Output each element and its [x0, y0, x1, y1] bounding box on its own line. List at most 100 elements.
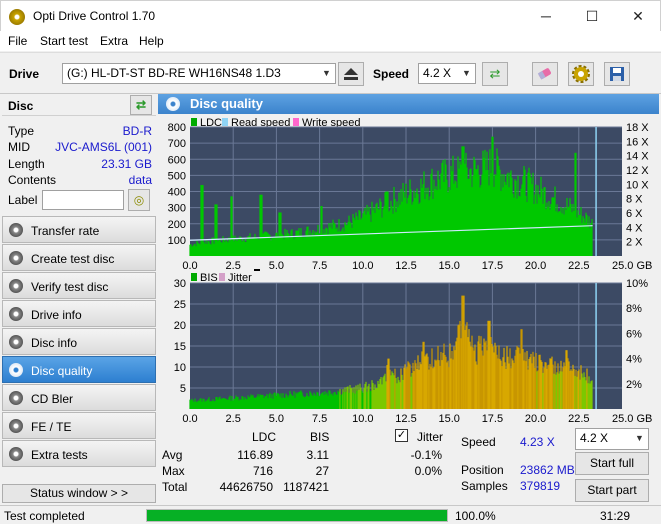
status-bar: Test completed 100.0% 31:29	[0, 505, 661, 524]
legend-bis: BIS	[200, 272, 218, 284]
disc-info-value: JVC-AMS6L (001)	[55, 140, 152, 154]
total-label: Total	[162, 480, 188, 494]
y-right-tick-label: 18 X	[626, 122, 649, 134]
test-speed-select[interactable]: 4.2 X ▼	[575, 428, 649, 450]
nav-create-test-disc[interactable]: Create test disc	[2, 244, 156, 271]
y-left-tick-label: 600	[168, 154, 186, 166]
disc-icon	[166, 97, 180, 111]
x-tick-label: 25.0 GB	[612, 413, 652, 424]
disc-icon	[9, 391, 23, 405]
x-tick-label: 10.0	[352, 260, 373, 272]
disc-quality-charts: LDC Read speed Write speed 0.0 2.5 5.0 7.5 1…	[158, 114, 659, 424]
col-ldc-header: LDC	[252, 430, 277, 444]
samples-label: Samples	[461, 479, 508, 493]
samples-value: 379819	[520, 479, 561, 493]
drive-select[interactable]: (G:) HL-DT-ST BD-RE WH16NS48 1.D3 ▼	[62, 63, 336, 84]
eject-button[interactable]	[338, 62, 364, 86]
erase-button[interactable]	[532, 62, 558, 86]
nav-verify-test-disc[interactable]: Verify test disc	[2, 272, 156, 299]
x-tick-label: 2.5	[226, 260, 241, 272]
start-part-button[interactable]: Start part	[575, 479, 649, 502]
save-button[interactable]	[604, 62, 630, 86]
disc-label-input[interactable]	[42, 190, 124, 210]
disc-icon	[9, 335, 23, 349]
menu-help[interactable]: Help	[139, 34, 164, 48]
jitter-checkbox[interactable]: ✓	[395, 429, 408, 442]
total-ldc-value: 44626750	[219, 480, 273, 494]
disc-info-key: MID	[8, 140, 30, 154]
panel-title-bar: Disc quality	[158, 94, 659, 114]
disc-label-button[interactable]: ◎	[128, 189, 150, 211]
y-left-tick-label: 10	[174, 362, 186, 374]
disc-icon	[9, 307, 23, 321]
nav-fe-te[interactable]: FE / TE	[2, 412, 156, 439]
disc-icon	[9, 363, 23, 377]
x-tick-label: 20.0	[525, 413, 546, 424]
avg-ldc-value: 116.89	[237, 448, 273, 462]
y-left-tick-label: 5	[180, 383, 186, 395]
nav-cd-bler[interactable]: CD Bler	[2, 384, 156, 411]
title-bar: Opti Drive Control 1.70 ─ ☐ ✕	[0, 0, 661, 31]
x-tick-label: 7.5	[312, 260, 327, 272]
speed-select-value: 4.2 X	[423, 66, 452, 80]
menu-extra[interactable]: Extra	[100, 34, 128, 48]
y-left-tick-label: 30	[174, 278, 186, 290]
disc-info-key: Contents	[8, 173, 57, 187]
app-disc-icon	[9, 9, 25, 25]
x-tick-label: 22.5	[568, 413, 589, 424]
disc-icon	[9, 223, 23, 237]
disc-info-row: Type BD-R	[8, 124, 152, 140]
speed-label: Speed	[373, 67, 410, 81]
y-left-tick-label: 200	[168, 219, 186, 231]
eject-icon	[344, 68, 358, 80]
disc-info-key: Type	[8, 124, 35, 138]
nav-drive-info[interactable]: Drive info	[2, 300, 156, 327]
speed-select[interactable]: 4.2 X ▼	[418, 63, 476, 84]
y-left-tick-label: 400	[168, 187, 186, 199]
y-right-tick-label: 14 X	[626, 151, 649, 163]
panel-title: Disc quality	[190, 96, 263, 111]
disc-info-value: BD-R	[122, 124, 152, 138]
legend-marker	[254, 269, 260, 271]
drive-select-value: (G:) HL-DT-ST BD-RE WH16NS48 1.D3	[67, 66, 281, 80]
swap-speed-button[interactable]: ⇄	[482, 62, 508, 86]
y-left-tick-label: 300	[168, 203, 186, 215]
status-window-button[interactable]: Status window > >	[2, 484, 156, 503]
y-right-tick-label: 6%	[626, 328, 642, 340]
x-tick-label: 20.0	[525, 260, 546, 272]
nav-label: Drive info	[31, 308, 82, 322]
menu-start-test[interactable]: Start test	[40, 34, 88, 48]
jitter-label: Jitter	[417, 430, 444, 444]
y-right-tick-label: 16 X	[626, 136, 649, 148]
maximize-button[interactable]: ☐	[569, 1, 615, 32]
minimize-button[interactable]: ─	[523, 1, 569, 32]
nav-label: Verify test disc	[31, 280, 109, 294]
y-right-tick-label: 2%	[626, 379, 642, 391]
nav-disc-quality[interactable]: Disc quality	[2, 356, 156, 383]
progress-bar	[146, 509, 448, 522]
window-title: Opti Drive Control 1.70	[33, 9, 156, 23]
disc-section-header: Disc ⇄	[2, 94, 156, 116]
speed-stat-label: Speed	[461, 435, 496, 449]
y-left-tick-label: 25	[174, 299, 186, 311]
close-button[interactable]: ✕	[615, 1, 661, 32]
label-apply-icon: ◎	[133, 193, 145, 207]
speed-stat-value: 4.23 X	[520, 435, 555, 449]
x-tick-label: 17.5	[482, 413, 503, 424]
nav-transfer-rate[interactable]: Transfer rate	[2, 216, 156, 243]
menu-file[interactable]: File	[8, 34, 27, 48]
start-full-button[interactable]: Start full	[575, 452, 649, 475]
disc-info-value: 23.31 GB	[101, 157, 152, 171]
disc-icon	[9, 251, 23, 265]
y-right-tick-label: 2 X	[626, 237, 643, 249]
nav-label: Extra tests	[31, 448, 88, 462]
settings-button[interactable]	[568, 62, 594, 86]
nav-disc-info[interactable]: Disc info	[2, 328, 156, 355]
disc-refresh-button[interactable]: ⇄	[130, 95, 152, 115]
position-label: Position	[461, 463, 504, 477]
x-tick-label: 15.0	[438, 260, 459, 272]
x-tick-label: 12.5	[395, 260, 416, 272]
refresh-icon: ⇄	[135, 98, 147, 112]
x-tick-label: 10.0	[352, 413, 373, 424]
nav-extra-tests[interactable]: Extra tests	[2, 440, 156, 467]
